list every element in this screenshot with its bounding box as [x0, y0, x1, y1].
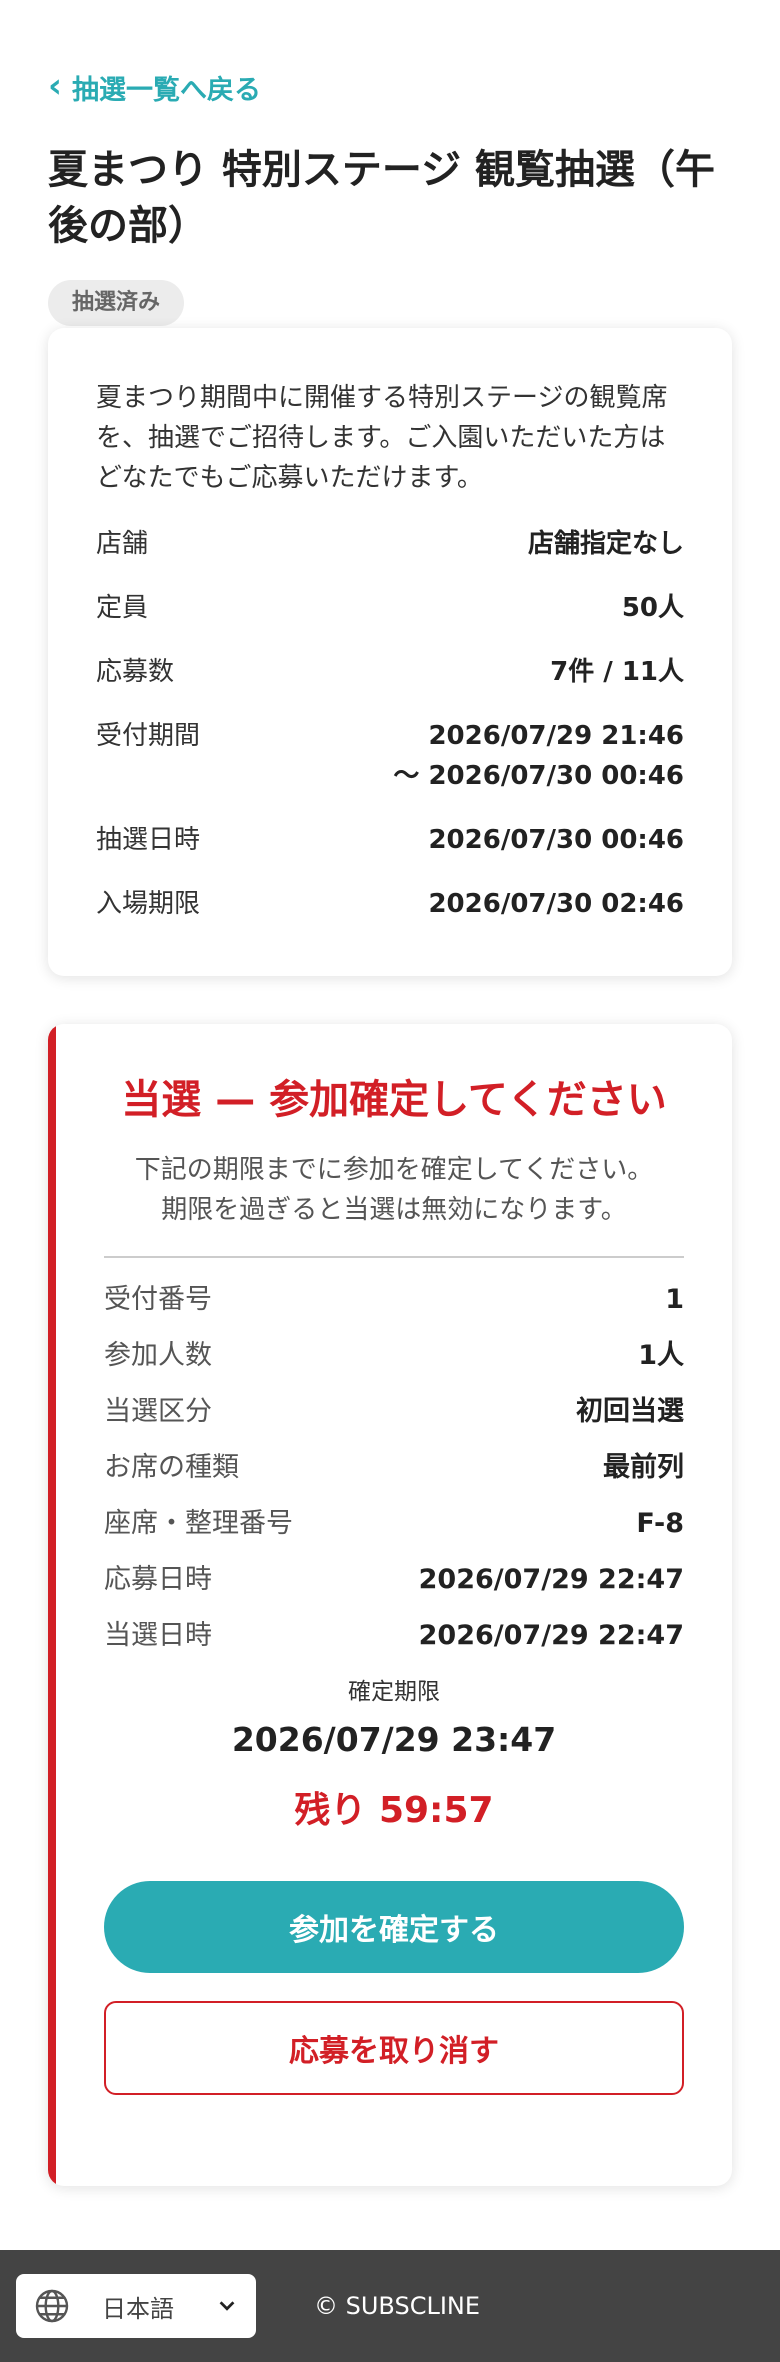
- confirm-deadline-label: 確定期限: [348, 1679, 440, 1705]
- detail-value: 1人: [638, 1340, 684, 1371]
- info-row-draw-date: 抽選日時 2026/07/30 00:46: [96, 820, 684, 860]
- detail-row-seat-type: お席の種類 最前列: [104, 1448, 684, 1488]
- detail-row-party-size: 参加人数 1人: [104, 1336, 684, 1376]
- win-result-card: 当選 — 参加確定してください 下記の期限までに参加を確定してください。 期限を…: [48, 1024, 732, 2186]
- info-label: 受付期間: [96, 721, 201, 751]
- info-row-reception-period: 受付期間 2026/07/29 21:46 〜 2026/07/30 00:46: [96, 716, 684, 796]
- info-value: 2026/07/30 00:46: [428, 825, 684, 855]
- detail-label: 受付番号: [104, 1284, 212, 1315]
- detail-value: F-8: [636, 1508, 684, 1539]
- detail-label: 当選区分: [104, 1396, 212, 1427]
- detail-row-seat-number: 座席・整理番号 F-8: [104, 1504, 684, 1544]
- chevron-left-icon: ‹: [48, 65, 63, 106]
- detail-row-receipt-number: 受付番号 1: [104, 1280, 684, 1320]
- language-label: 日本語: [102, 2294, 174, 2323]
- reception-start: 2026/07/29 21:46: [428, 721, 684, 751]
- info-label: 抽選日時: [96, 825, 201, 855]
- result-note-line2: 期限を過ぎると当選は無効になります。: [161, 1195, 627, 1225]
- lottery-description: 夏まつり期間中に開催する特別ステージの観覧席を、抽選でご招待します。ご入園いただ…: [96, 383, 668, 493]
- detail-label: 座席・整理番号: [104, 1508, 293, 1539]
- confirm-deadline-value: 2026/07/29 23:47: [231, 1720, 557, 1759]
- detail-label: お席の種類: [104, 1452, 239, 1483]
- alert-accent-bar: [48, 1024, 56, 2186]
- detail-row-applied-at: 応募日時 2026/07/29 22:47: [104, 1560, 684, 1600]
- divider: [104, 1256, 684, 1258]
- info-value: 2026/07/30 02:46: [428, 889, 684, 919]
- copyright: © SUBSCLINE: [314, 2292, 481, 2320]
- info-row-capacity: 定員 50人: [96, 588, 684, 628]
- confirm-participation-button[interactable]: 参加を確定する: [104, 1881, 684, 1973]
- info-label: 入場期限: [96, 889, 201, 919]
- detail-row-win-type: 当選区分 初回当選: [104, 1392, 684, 1432]
- lottery-info-card: 夏まつり期間中に開催する特別ステージの観覧席を、抽選でご招待します。ご入園いただ…: [48, 328, 732, 976]
- language-select[interactable]: 日本語: [16, 2274, 256, 2338]
- detail-value: 1: [665, 1284, 684, 1315]
- info-row-entry-deadline: 入場期限 2026/07/30 02:46: [96, 884, 684, 924]
- globe-icon: [35, 2289, 69, 2323]
- info-label: 定員: [96, 593, 149, 623]
- result-note-line1: 下記の期限までに参加を確定してください。: [134, 1155, 654, 1185]
- detail-value: 最前列: [603, 1452, 684, 1483]
- chevron-down-icon: [219, 2301, 235, 2311]
- footer: 日本語 © SUBSCLINE: [0, 2250, 780, 2362]
- info-label: 応募数: [96, 657, 175, 687]
- result-note: 下記の期限までに参加を確定してください。 期限を過ぎると当選は無効になります。: [104, 1150, 684, 1230]
- info-row-store: 店舗 店舗指定なし: [96, 524, 684, 564]
- info-value: 7件 / 11人: [550, 657, 684, 687]
- info-value: 50人: [621, 593, 684, 623]
- detail-value: 2026/07/29 22:47: [418, 1620, 684, 1651]
- detail-row-won-at: 当選日時 2026/07/29 22:47: [104, 1616, 684, 1656]
- cancel-application-button[interactable]: 応募を取り消す: [104, 2001, 684, 2095]
- detail-label: 応募日時: [104, 1564, 212, 1595]
- back-to-list-link[interactable]: ‹ 抽選一覧へ戻る: [48, 68, 261, 107]
- back-link-label: 抽選一覧へ戻る: [72, 75, 262, 106]
- detail-label: 当選日時: [104, 1620, 212, 1651]
- detail-value: 2026/07/29 22:47: [418, 1564, 684, 1595]
- info-value: 店舗指定なし: [527, 529, 684, 559]
- info-value: 2026/07/29 21:46 〜 2026/07/30 00:46: [393, 716, 684, 796]
- result-title: 当選 — 参加確定してください: [121, 1077, 667, 1123]
- status-badge: 抽選済み: [48, 280, 185, 326]
- info-row-applications: 応募数 7件 / 11人: [96, 652, 684, 692]
- remaining-time: 残り 59:57: [294, 1790, 494, 1831]
- page-title: 夏まつり 特別ステージ 観覧抽選（午後の部）: [48, 147, 716, 249]
- detail-label: 参加人数: [104, 1340, 212, 1371]
- info-label: 店舗: [96, 529, 149, 559]
- detail-value: 初回当選: [576, 1396, 684, 1427]
- reception-end: 〜 2026/07/30 00:46: [393, 761, 684, 791]
